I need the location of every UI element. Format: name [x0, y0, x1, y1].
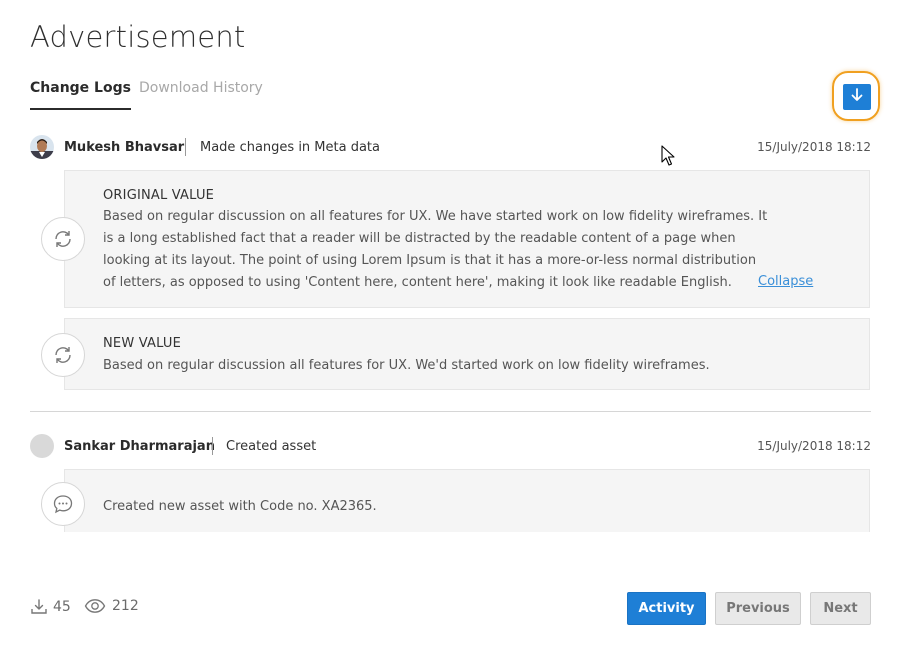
new-value-label: NEW VALUE: [103, 336, 182, 351]
original-value-label: ORIGINAL VALUE: [103, 188, 215, 203]
tab-download-history[interactable]: Download History: [139, 80, 263, 96]
previous-button[interactable]: Previous: [715, 592, 801, 625]
entry-divider: [30, 411, 871, 412]
note-text: Created new asset with Code no. XA2365.: [103, 499, 377, 514]
next-button[interactable]: Next: [810, 592, 871, 625]
refresh-icon: [41, 333, 85, 377]
original-value-card: ORIGINAL VALUE Based on regular discussi…: [64, 170, 870, 308]
action-text: Made changes in Meta data: [200, 140, 380, 155]
download-highlight: [832, 71, 880, 121]
new-value-card: NEW VALUE Based on regular discussion al…: [64, 318, 870, 390]
divider: [212, 437, 213, 455]
downloads-stat: 45: [30, 598, 71, 616]
log-entry-header: Mukesh Bhavsar Made changes in Meta data…: [30, 135, 871, 161]
activity-button[interactable]: Activity: [627, 592, 706, 625]
timestamp: 15/July/2018 18:12: [757, 140, 871, 154]
author-name[interactable]: Mukesh Bhavsar: [64, 140, 184, 155]
arrow-down-icon: [849, 87, 865, 107]
collapse-link[interactable]: Collapse: [758, 274, 813, 289]
author-name[interactable]: Sankar Dharmarajan: [64, 439, 215, 454]
timestamp: 15/July/2018 18:12: [757, 439, 871, 453]
views-stat: 212: [84, 598, 139, 614]
avatar: [30, 135, 54, 159]
comment-icon: [41, 482, 85, 526]
refresh-icon: [41, 217, 85, 261]
text-line: of letters, as opposed to using 'Content…: [103, 275, 732, 290]
avatar: [30, 434, 54, 458]
action-text: Created asset: [226, 439, 317, 454]
eye-icon: [84, 598, 106, 614]
tab-change-logs[interactable]: Change Logs: [30, 80, 131, 110]
log-entry-header: Sankar Dharmarajan Created asset 15/July…: [30, 434, 871, 460]
note-card: Created new asset with Code no. XA2365.: [64, 469, 870, 532]
new-value-text: Based on regular discussion all features…: [103, 358, 710, 373]
original-value-text: Based on regular discussion on all featu…: [103, 206, 767, 294]
mouse-pointer-icon: [661, 145, 675, 171]
download-icon: [30, 598, 48, 616]
divider: [185, 138, 186, 156]
page-title: Advertisement: [30, 20, 246, 54]
view-count: 212: [112, 598, 139, 614]
text-line: looking at its layout. The point of usin…: [103, 253, 757, 268]
text-line: Based on regular discussion on all featu…: [103, 209, 768, 224]
download-count: 45: [53, 599, 71, 615]
download-button[interactable]: [843, 84, 871, 110]
text-line: is a long established fact that a reader…: [103, 231, 736, 246]
